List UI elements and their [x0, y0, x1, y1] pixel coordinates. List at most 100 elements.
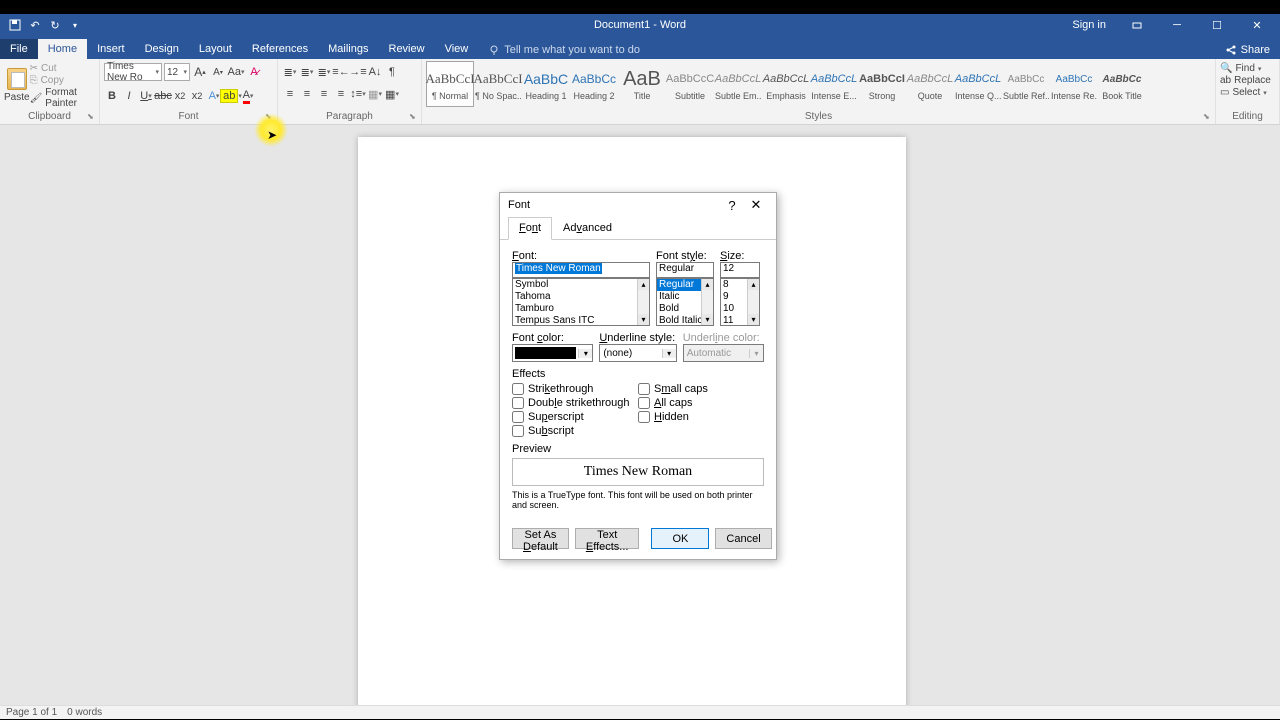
superscript-icon[interactable]: x2 [189, 87, 205, 105]
chevron-down-icon[interactable]: ▾ [578, 349, 592, 358]
share-button[interactable]: Share [1215, 41, 1280, 59]
change-case-icon[interactable]: Aa▾ [228, 63, 244, 81]
clipboard-launcher-icon[interactable]: ⬊ [87, 112, 97, 122]
bold-icon[interactable]: B [104, 87, 120, 105]
paragraph-launcher-icon[interactable]: ⬊ [409, 112, 419, 122]
hidden-checkbox[interactable]: Hidden [638, 411, 764, 423]
superscript-checkbox[interactable]: Superscript [512, 411, 638, 423]
size-input[interactable]: 12 [720, 262, 760, 278]
font-color-combo[interactable]: ▾ [512, 344, 593, 362]
style-item[interactable]: AaBbCcBook Title [1098, 61, 1146, 107]
style-item[interactable]: AaBbCcIStrong [858, 61, 906, 107]
minimize-icon[interactable]: ─ [1160, 14, 1194, 36]
scroll-up-icon[interactable]: ▴ [638, 279, 649, 290]
list-item[interactable]: Tempus Sans ITC [513, 315, 649, 326]
save-icon[interactable] [6, 16, 24, 34]
replace-button[interactable]: abReplace [1220, 75, 1275, 86]
size-listbox[interactable]: 89101112▴▾ [720, 278, 760, 326]
font-color-icon[interactable]: A▾ [240, 87, 256, 105]
close-icon[interactable]: ✕ [1240, 14, 1274, 36]
ok-button[interactable]: OK [651, 528, 709, 549]
tell-me-search[interactable]: Tell me what you want to do [484, 41, 644, 59]
scroll-down-icon[interactable]: ▾ [702, 314, 713, 325]
undo-icon[interactable]: ↶ [26, 16, 44, 34]
style-item[interactable]: AaBbCcIntense Re... [1050, 61, 1098, 107]
style-item[interactable]: AaBbCcCSubtitle [666, 61, 714, 107]
style-item[interactable]: AaBbCcSubtle Ref... [1002, 61, 1050, 107]
shading-icon[interactable]: ▦▾ [367, 85, 383, 103]
copy-button[interactable]: ⎘Copy [30, 75, 95, 86]
justify-icon[interactable]: ≡ [333, 85, 349, 103]
align-right-icon[interactable]: ≡ [316, 85, 332, 103]
dialog-help-icon[interactable]: ? [720, 193, 744, 217]
small-caps-checkbox[interactable]: Small caps [638, 383, 764, 395]
font-input[interactable]: Times New Roman [512, 262, 650, 278]
cut-button[interactable]: ✂Cut [30, 63, 95, 74]
grow-font-icon[interactable]: A▴ [192, 63, 208, 81]
align-left-icon[interactable]: ≡ [282, 85, 298, 103]
format-painter-button[interactable]: 🖌Format Painter [30, 87, 95, 109]
font-size-combo[interactable]: 12▾ [164, 63, 190, 81]
multilevel-icon[interactable]: ≣▾ [316, 63, 332, 81]
set-default-button[interactable]: Set As Default [512, 528, 569, 549]
tab-review[interactable]: Review [379, 39, 435, 59]
signin-link[interactable]: Sign in [1064, 19, 1114, 31]
numbering-icon[interactable]: ≣▾ [299, 63, 315, 81]
list-item[interactable]: Tamburo [513, 303, 649, 315]
strikethrough-icon[interactable]: abc [155, 87, 171, 105]
tab-file[interactable]: File [0, 39, 38, 59]
styles-launcher-icon[interactable]: ⬊ [1203, 112, 1213, 122]
strikethrough-checkbox[interactable]: Strikethrough [512, 383, 638, 395]
paste-button[interactable]: Paste [4, 61, 30, 109]
style-item[interactable]: AaBbCcHeading 2 [570, 61, 618, 107]
maximize-icon[interactable]: ☐ [1200, 14, 1234, 36]
dialog-tab-font[interactable]: Font [508, 217, 552, 240]
subscript-checkbox[interactable]: Subscript [512, 425, 638, 437]
bullets-icon[interactable]: ≣▾ [282, 63, 298, 81]
find-button[interactable]: 🔍Find▾ [1220, 63, 1275, 74]
style-item[interactable]: AaBbCcLQuote [906, 61, 954, 107]
style-item[interactable]: AaBbCcLSubtle Em... [714, 61, 762, 107]
qat-customize-icon[interactable]: ▾ [66, 16, 84, 34]
tab-insert[interactable]: Insert [87, 39, 135, 59]
redo-icon[interactable]: ↻ [46, 16, 64, 34]
underline-icon[interactable]: U▾ [138, 87, 154, 105]
increase-indent-icon[interactable]: →≡ [350, 63, 366, 81]
page-count[interactable]: Page 1 of 1 [6, 707, 57, 718]
shrink-font-icon[interactable]: A▾ [210, 63, 226, 81]
borders-icon[interactable]: ▦▾ [384, 85, 400, 103]
tab-view[interactable]: View [435, 39, 479, 59]
double-strikethrough-checkbox[interactable]: Double strikethrough [512, 397, 638, 409]
tab-layout[interactable]: Layout [189, 39, 242, 59]
select-button[interactable]: ▭Select▾ [1220, 87, 1275, 98]
style-item[interactable]: AaBbCcLIntense E... [810, 61, 858, 107]
chevron-down-icon[interactable]: ▾ [662, 349, 676, 358]
style-item[interactable]: AaBTitle [618, 61, 666, 107]
scroll-up-icon[interactable]: ▴ [748, 279, 759, 290]
font-launcher-icon[interactable]: ⬊ [265, 112, 275, 122]
style-item[interactable]: AaBbCcI¶ Normal [426, 61, 474, 107]
font-listbox[interactable]: SymbolTahomaTamburoTempus Sans ITCTimes … [512, 278, 650, 326]
subscript-icon[interactable]: x2 [172, 87, 188, 105]
style-item[interactable]: AaBbCcI¶ No Spac... [474, 61, 522, 107]
list-item[interactable]: Symbol [513, 279, 649, 291]
scroll-up-icon[interactable]: ▴ [702, 279, 713, 290]
tab-mailings[interactable]: Mailings [318, 39, 378, 59]
style-item[interactable]: AaBbCcLEmphasis [762, 61, 810, 107]
tab-home[interactable]: Home [38, 39, 87, 59]
ribbon-display-icon[interactable] [1120, 14, 1154, 36]
sort-icon[interactable]: A↓ [367, 63, 383, 81]
tab-design[interactable]: Design [135, 39, 189, 59]
cancel-button[interactable]: Cancel [715, 528, 771, 549]
highlight-icon[interactable]: ab▾ [223, 87, 239, 105]
line-spacing-icon[interactable]: ↕≡▾ [350, 85, 366, 103]
dialog-tab-advanced[interactable]: Advanced [552, 217, 623, 239]
dialog-close-icon[interactable]: ✕ [744, 193, 768, 217]
italic-icon[interactable]: I [121, 87, 137, 105]
font-name-combo[interactable]: Times New Ro▾ [104, 63, 162, 81]
clear-formatting-icon[interactable]: A̷ [246, 63, 262, 81]
text-effects-button[interactable]: Text Effects... [575, 528, 640, 549]
word-count[interactable]: 0 words [67, 707, 102, 718]
align-center-icon[interactable]: ≡ [299, 85, 315, 103]
decrease-indent-icon[interactable]: ≡← [333, 63, 349, 81]
